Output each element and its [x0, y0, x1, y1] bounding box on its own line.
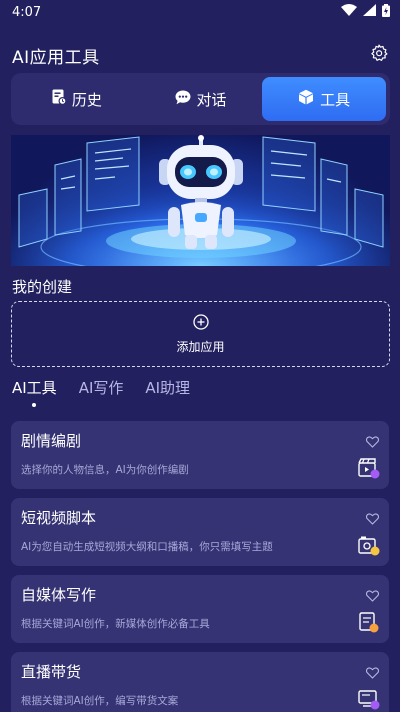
tab-chat[interactable]: 对话	[139, 77, 263, 121]
status-time: 4:07	[12, 4, 42, 20]
tab-chat-label: 对话	[196, 90, 227, 109]
card-description: 根据关键词AI创作，编写带货文案	[21, 695, 179, 707]
heart-icon[interactable]	[365, 433, 380, 452]
tab-history-label: 历史	[71, 90, 102, 109]
tab-ai-writing-label: AI写作	[78, 379, 124, 397]
tab-tools[interactable]: 工具	[262, 77, 387, 121]
status-bar: 4:07	[0, 0, 400, 24]
plus-circle-icon	[192, 313, 209, 334]
add-app-label: 添加应用	[176, 339, 225, 354]
cellular-signal-icon	[363, 4, 376, 20]
card-description: AI为您自动生成短视频大纲和口播稿，你只需填写主题	[21, 541, 273, 553]
history-doc-icon	[52, 89, 67, 109]
card-title: 直播带货	[21, 663, 82, 681]
cube-icon	[298, 89, 314, 109]
add-app-button[interactable]: 添加应用	[11, 301, 390, 367]
chat-bubble-icon	[175, 90, 191, 109]
card-title: 短视频脚本	[21, 509, 97, 527]
app-header: AI应用工具	[0, 40, 400, 70]
tool-card-list: 剧情编剧 选择你的人物信息，AI为你创作编剧 短视频脚本 AI为您自动生成短视频…	[11, 421, 389, 712]
list-item[interactable]: 短视频脚本 AI为您自动生成短视频大纲和口播稿，你只需填写主题	[11, 498, 389, 566]
list-item[interactable]: 直播带货 根据关键词AI创作，编写带货文案	[11, 652, 389, 712]
tab-ai-tools[interactable]: AI工具	[12, 377, 57, 407]
list-item[interactable]: 剧情编剧 选择你的人物信息，AI为你创作编剧	[11, 421, 389, 489]
settings-gear-icon[interactable]	[370, 44, 388, 66]
monitor-icon	[358, 688, 380, 712]
tab-history[interactable]: 历史	[15, 77, 139, 121]
tab-ai-tools-label: AI工具	[12, 379, 57, 397]
my-creations-title: 我的创建	[12, 278, 73, 296]
video-camera-icon	[358, 534, 380, 560]
category-tabs: AI工具 AI写作 AI助理	[12, 377, 190, 407]
tab-ai-assistant[interactable]: AI助理	[145, 377, 190, 398]
heart-icon[interactable]	[365, 587, 380, 606]
card-description: 选择你的人物信息，AI为你创作编剧	[21, 464, 189, 476]
card-description: 根据关键词AI创作，新媒体创作必备工具	[21, 618, 210, 630]
battery-icon	[382, 3, 390, 21]
document-edit-icon	[358, 611, 380, 637]
heart-icon[interactable]	[365, 664, 380, 683]
tab-ai-assistant-label: AI助理	[145, 379, 191, 397]
card-title: 剧情编剧	[21, 432, 82, 450]
card-title: 自媒体写作	[21, 586, 97, 604]
tab-ai-writing[interactable]: AI写作	[79, 377, 124, 398]
status-icons	[341, 3, 390, 21]
page-title: AI应用工具	[12, 47, 100, 68]
tab-tools-label: 工具	[320, 90, 351, 109]
heart-icon[interactable]	[365, 510, 380, 529]
active-tab-indicator	[32, 403, 37, 407]
banner-robot-illustration	[11, 135, 390, 266]
list-item[interactable]: 自媒体写作 根据关键词AI创作，新媒体创作必备工具	[11, 575, 389, 643]
main-tab-bar: 历史 对话 工具	[11, 73, 390, 125]
clapperboard-icon	[358, 457, 380, 483]
wifi-icon	[341, 4, 357, 20]
